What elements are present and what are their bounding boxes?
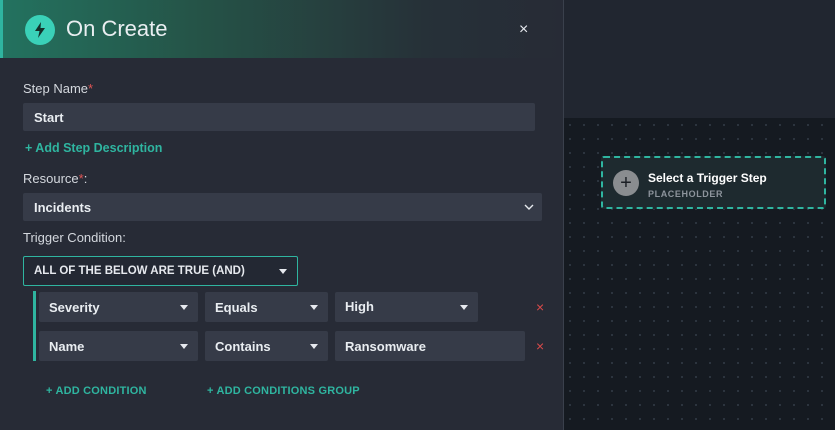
panel-title: On Create [66, 16, 168, 41]
panel-header: On Create × [0, 0, 563, 58]
caret-down-icon [310, 305, 318, 310]
required-marker: * [88, 81, 94, 96]
close-button[interactable]: × [519, 22, 528, 38]
resource-value: Incidents [34, 199, 92, 215]
condition-group-bar [33, 291, 36, 361]
resource-label-text: Resource [23, 171, 79, 186]
resource-select[interactable]: Incidents [23, 193, 542, 221]
delete-condition-button[interactable]: × [536, 299, 544, 315]
plus-icon: + [613, 170, 639, 196]
caret-down-icon [180, 344, 188, 349]
chevron-down-icon [524, 204, 534, 210]
trigger-subtitle: PLACEHOLDER [648, 189, 724, 199]
step-name-label: Step Name* [23, 81, 93, 96]
add-step-description-link[interactable]: + Add Step Description [25, 141, 162, 155]
caret-down-icon [460, 305, 468, 310]
condition-value: High [345, 299, 374, 314]
resource-label: Resource*: [23, 171, 87, 186]
condition-field-value: Severity [49, 299, 100, 315]
condition-value-input[interactable]: Ransomware [335, 331, 525, 361]
caret-down-icon [180, 305, 188, 310]
lightning-bolt-icon [25, 15, 55, 45]
resource-label-suffix: : [83, 171, 88, 186]
condition-value-select[interactable]: High [335, 292, 478, 322]
caret-down-icon [279, 269, 287, 274]
condition-operator-select[interactable]: ALL OF THE BELOW ARE TRUE (AND) [23, 256, 298, 286]
condition-operator-value: ALL OF THE BELOW ARE TRUE (AND) [34, 265, 245, 277]
condition-comparator-select[interactable]: Equals [205, 292, 328, 322]
step-name-value: Start [34, 109, 64, 125]
trigger-condition-label: Trigger Condition: [23, 230, 126, 245]
add-condition-link[interactable]: + ADD CONDITION [46, 385, 147, 397]
delete-condition-button[interactable]: × [536, 338, 544, 354]
select-trigger-step-placeholder[interactable]: + Select a Trigger Step PLACEHOLDER [601, 156, 826, 209]
condition-field-value: Name [49, 338, 85, 354]
canvas-toolbar-area [563, 0, 835, 118]
add-conditions-group-link[interactable]: + ADD CONDITIONS GROUP [207, 385, 360, 397]
caret-down-icon [310, 344, 318, 349]
step-name-label-text: Step Name [23, 81, 89, 96]
condition-comparator-value: Contains [215, 338, 271, 354]
trigger-title: Select a Trigger Step [648, 171, 767, 185]
condition-comparator-value: Equals [215, 299, 258, 315]
step-config-panel: On Create × Step Name* Start + Add Step … [0, 0, 564, 430]
condition-value: Ransomware [345, 338, 426, 354]
condition-field-select[interactable]: Name [39, 331, 198, 361]
condition-field-select[interactable]: Severity [39, 292, 198, 322]
condition-comparator-select[interactable]: Contains [205, 331, 328, 361]
step-name-input[interactable]: Start [23, 103, 535, 131]
